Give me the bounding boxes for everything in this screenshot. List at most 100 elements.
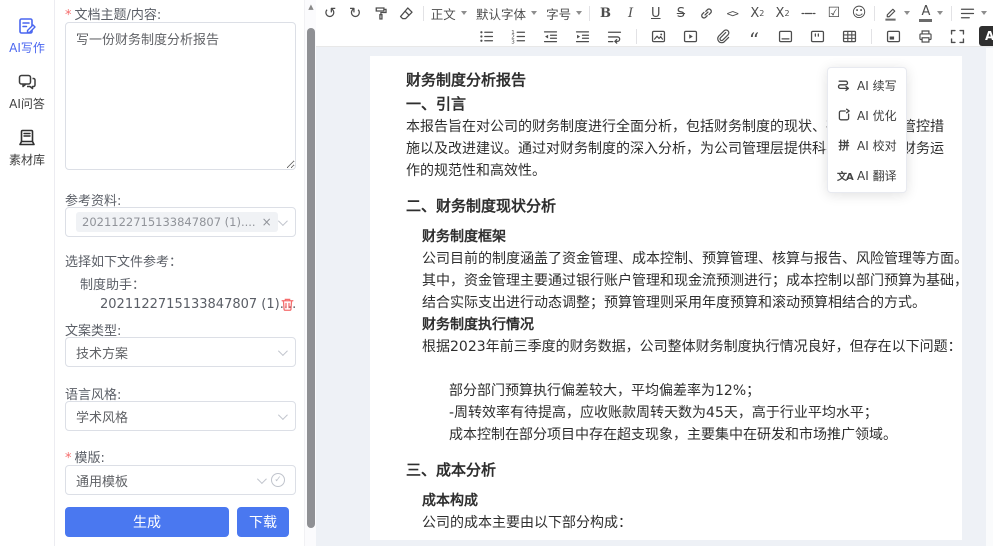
ordered-list-button[interactable] [508,25,529,47]
doc-paragraph-line: 公司目前的制度涵盖了资金管理、成本控制、预算管理、核算与报告、风险管理等方面。 [422,248,944,270]
doc-paragraph-line: 公司的成本主要由以下部分构成： [422,512,944,534]
bullet-list-button[interactable] [476,25,497,47]
undo-button[interactable]: ↺ [320,2,340,24]
doc-subheading-framework: 财务制度框架 [422,226,944,248]
topic-input[interactable]: 写一份财务制度分析报告 [65,22,296,170]
attachment-button[interactable] [712,25,733,47]
nav-item-label: AI问答 [9,97,45,111]
file-name: 2021122715133847807 (1).... [100,297,296,312]
toolbar-divider [871,29,872,44]
nav-item-ai-qa[interactable]: AI问答 [0,72,54,112]
task-checkbox-button[interactable]: ☑ [824,2,844,24]
required-mark: * [65,451,72,466]
scrollbar-thumb[interactable] [307,28,315,528]
type-value: 技术方案 [76,343,128,362]
underline-button[interactable]: U [646,2,666,24]
style-value: 学术风格 [76,407,128,426]
check-circle-icon: ✓ [271,473,285,487]
toolbar-row-2: “ AI [476,25,993,47]
optimize-icon [837,108,851,122]
superscript-button[interactable]: X2 [773,2,793,24]
nav-item-ai-write[interactable]: AI写作 [0,16,54,56]
translate-icon: 文A [837,168,851,183]
font-size-dropdown[interactable]: 字号 [544,2,584,24]
code-block-button[interactable] [775,25,796,47]
chevron-down-icon [257,474,267,484]
ai-tools-dropdown[interactable]: AI [979,26,993,46]
nav-item-library[interactable]: 素材库 [0,128,54,168]
caret-down-icon [937,11,943,15]
horizontal-rule-button[interactable] [798,2,819,24]
link-button[interactable] [696,2,717,24]
list-item: -周转效率有待提高，应收账款周转天数为45天，高于行业平均水平； [449,402,944,424]
file-ref-label: 选择如下文件参考： [65,251,182,270]
library-icon [17,128,37,148]
template-select[interactable]: 通用模板 ✓ [65,465,296,495]
editor-toolbar: ↺ ↻ 正文 默认字体 字号 B I U S <> X2 X2 ☑ ☺ A [316,0,993,47]
outdent-button[interactable] [540,25,561,47]
tag-close-icon[interactable]: × [262,216,272,228]
format-painter-button[interactable] [370,2,391,24]
snippet-button[interactable] [807,25,828,47]
chevron-down-icon [278,410,288,420]
doc-paragraph-line: 根据2023年前三季度的财务数据，公司整体财务制度执行情况良好，但存在以下问题： [422,336,944,358]
menu-item-ai-continue[interactable]: AI 续写 [828,70,906,100]
blockquote-button[interactable]: “ [744,25,764,47]
menu-item-ai-proofread[interactable]: 拼 AI 校对 [828,130,906,160]
nav-item-label: 素材库 [9,153,45,167]
nav-item-label: AI写作 [9,41,45,55]
caret-down-icon [576,11,582,15]
reference-tag: 2021122715133847807 (1).... × [76,212,278,232]
bold-button[interactable]: B [595,2,615,24]
insert-video-button[interactable] [680,25,701,47]
clear-format-button[interactable] [396,2,417,24]
fullscreen-button[interactable] [947,25,968,47]
doc-heading-cost: 三、成本分析 [406,458,944,482]
template-value: 通用模板 [76,471,128,490]
emoji-button[interactable]: ☺ [849,2,869,24]
editor-scrollbar-track[interactable] [986,48,993,546]
toolbar-row-1: ↺ ↻ 正文 默认字体 字号 B I U S <> X2 X2 ☑ ☺ A [320,2,989,24]
toolbar-divider [951,6,952,21]
reference-select[interactable]: 2021122715133847807 (1).... × [65,207,296,237]
type-select[interactable]: 技术方案 [65,337,296,367]
style-select[interactable]: 学术风格 [65,401,296,431]
font-color-dropdown[interactable]: A [917,2,945,24]
generate-button[interactable]: 生成 [65,507,229,537]
download-button[interactable]: 下载 [237,507,289,537]
write-icon [17,16,37,36]
paragraph-style-dropdown[interactable]: 正文 [429,2,469,24]
insert-table-button[interactable] [839,25,860,47]
italic-button[interactable]: I [621,2,641,24]
highlight-color-dropdown[interactable] [880,2,912,24]
toolbar-divider [589,6,590,21]
chevron-down-icon [278,346,288,356]
toolbar-divider [636,29,637,44]
preview-button[interactable] [883,25,904,47]
panel-scrollbar[interactable]: ▲ [304,0,316,546]
text-wrap-button[interactable] [604,25,625,47]
scroll-up-icon[interactable]: ▲ [305,3,317,11]
chevron-down-icon [278,216,288,226]
form-panel: *文档主题/内容: 写一份财务制度分析报告 参考资料: 202112271513… [56,0,304,546]
font-family-dropdown[interactable]: 默认字体 [474,2,539,24]
doc-paragraph-line: 结合实际支出进行动态调整；预算管理则采用年度预算和滚动预算相结合的方式。 [422,292,944,314]
doc-paragraph-line: 其中，资金管理主要通过银行账户管理和现金流预测进行；成本控制以部门预算为基础， [422,270,944,292]
menu-item-ai-optimize[interactable]: AI 优化 [828,100,906,130]
continue-writing-icon [837,78,851,92]
caret-down-icon [531,11,537,15]
caret-down-icon [981,11,987,15]
strikethrough-button[interactable]: S [671,2,691,24]
delete-file-icon[interactable] [280,297,295,312]
doc-subheading-execution: 财务制度执行情况 [422,314,944,336]
redo-button[interactable]: ↻ [345,2,365,24]
insert-image-button[interactable] [648,25,669,47]
inline-code-button[interactable]: <> [722,2,742,24]
menu-item-ai-translate[interactable]: 文A AI 翻译 [828,160,906,190]
indent-button[interactable] [572,25,593,47]
align-dropdown[interactable] [957,2,989,24]
print-button[interactable] [915,25,936,47]
editor-area: ↺ ↻ 正文 默认字体 字号 B I U S <> X2 X2 ☑ ☺ A [316,0,993,546]
subscript-button[interactable]: X2 [747,2,767,24]
caret-down-icon [461,11,467,15]
